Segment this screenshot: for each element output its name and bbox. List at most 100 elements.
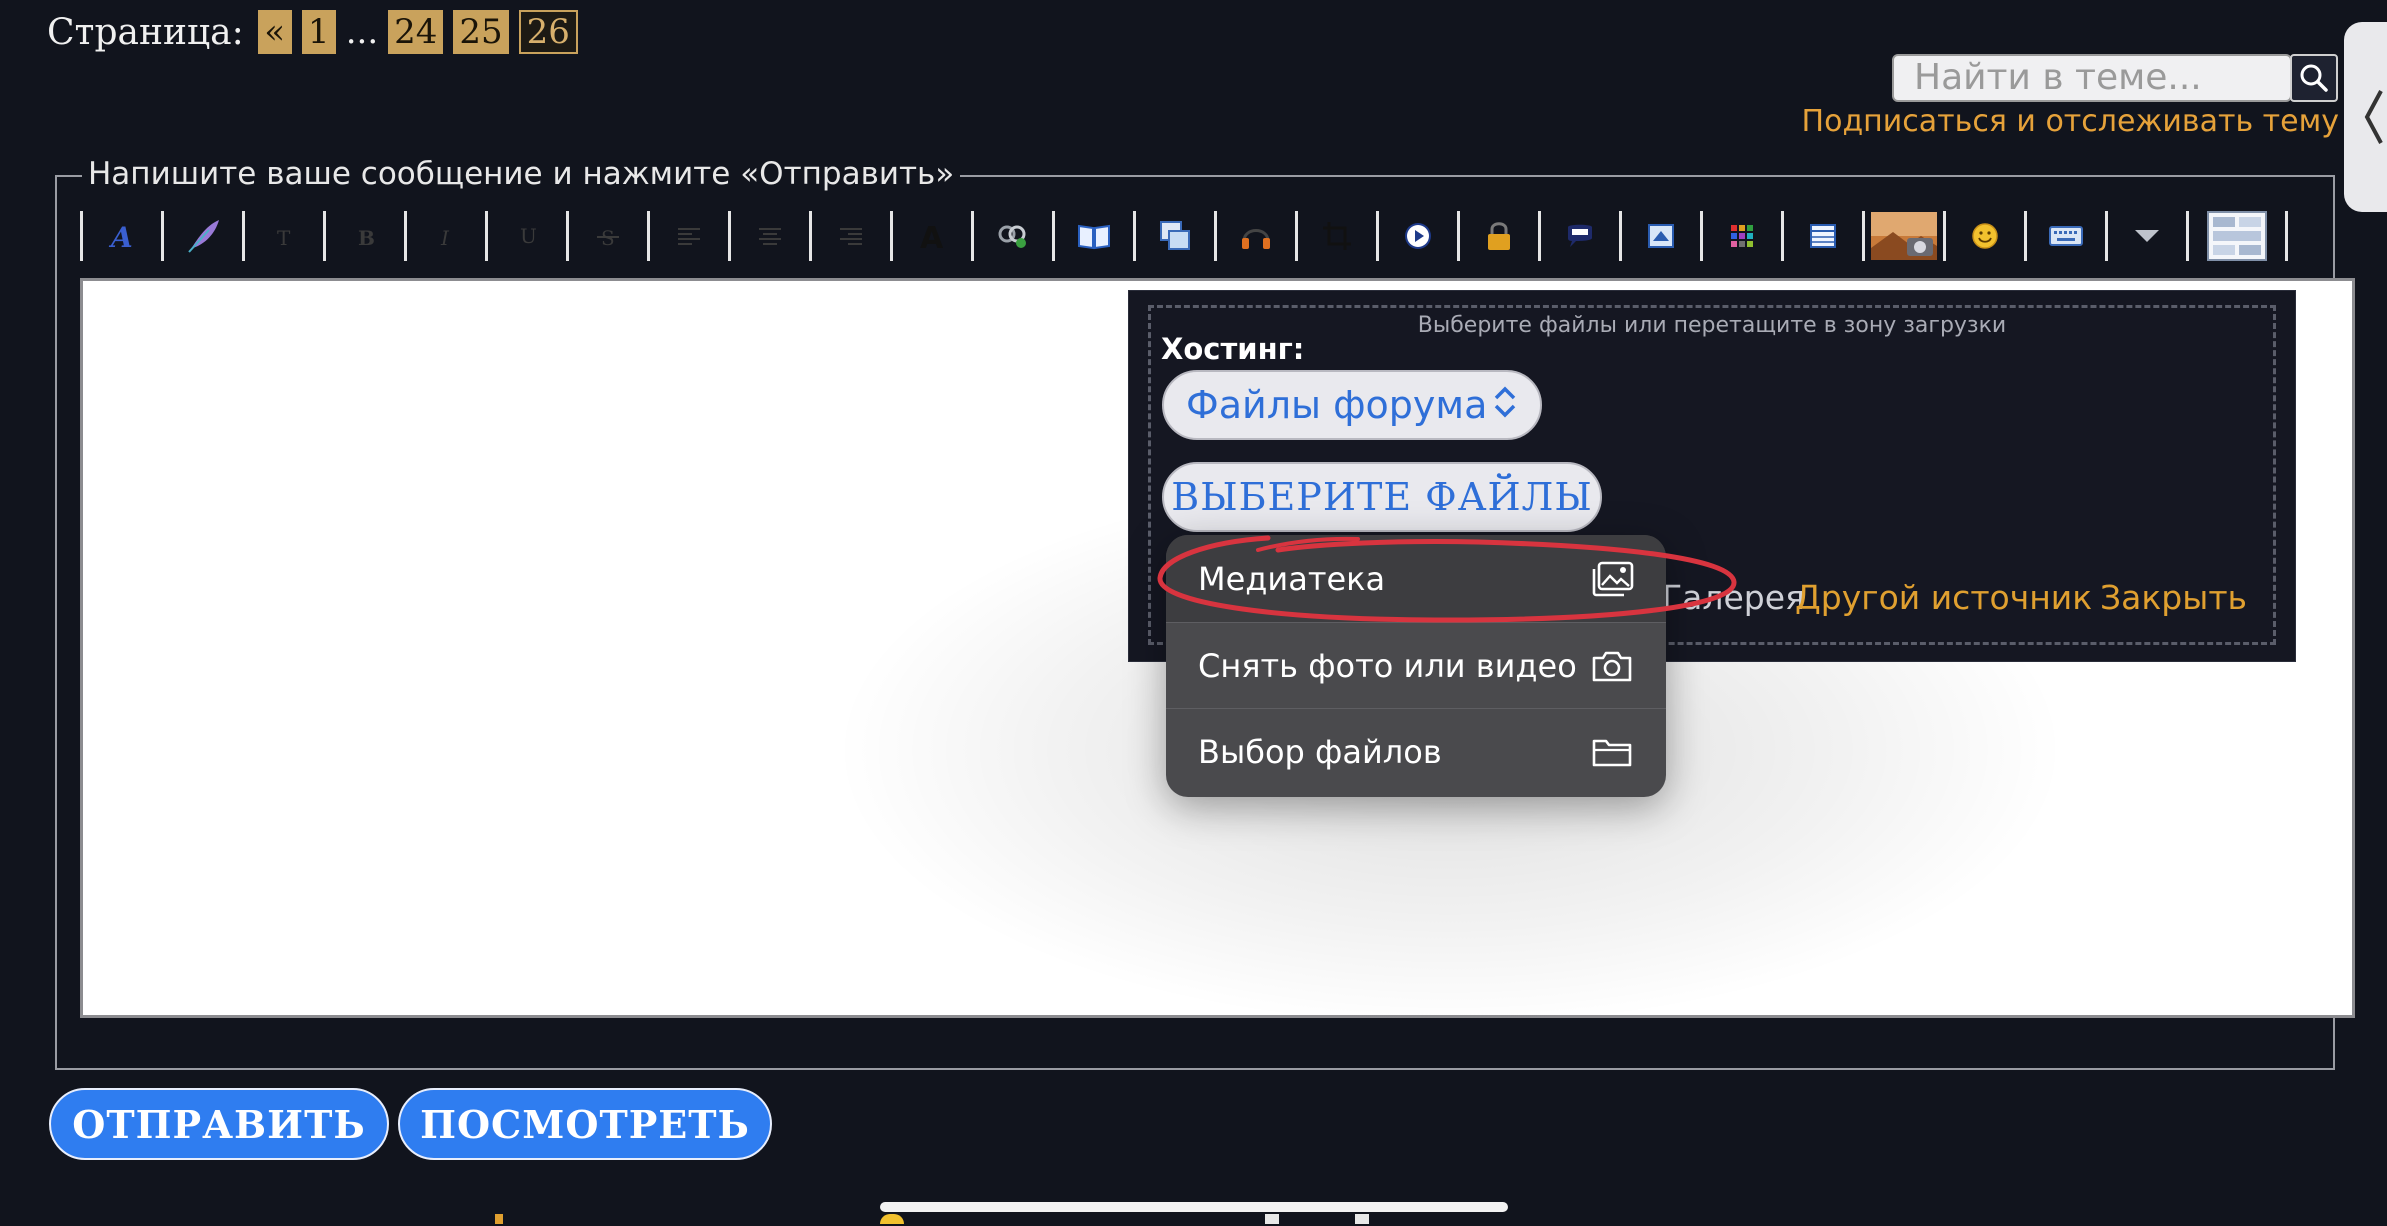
reply-legend: Напишите ваше сообщение и нажмите «Отпра… [82, 156, 961, 192]
video-button[interactable] [1379, 210, 1457, 262]
play-icon [1405, 223, 1431, 249]
menu-item-label: Выбор файлов [1198, 733, 1442, 771]
align-right-button[interactable] [812, 210, 890, 262]
headphones-icon [1242, 229, 1270, 249]
menu-item-choose-files[interactable]: Выбор файлов [1166, 709, 1666, 795]
chevron-left-icon [2364, 90, 2383, 144]
pagination-page-1[interactable]: 1 [301, 10, 336, 54]
link-icon [998, 225, 1026, 248]
cutoff-content-fragment [880, 1214, 904, 1224]
strikethrough-button[interactable]: S [569, 210, 647, 262]
keyboard-icon [2049, 226, 2083, 246]
copy-icon [1160, 221, 1190, 250]
more-dropdown-button[interactable] [2108, 210, 2186, 262]
search-input[interactable]: Найти в теме... [1892, 54, 2292, 102]
quote-button[interactable] [1055, 210, 1133, 262]
svg-text:A: A [920, 221, 944, 253]
close-link[interactable]: Закрыть [2100, 578, 2247, 617]
menu-item-photo-library[interactable]: Медиатека [1166, 535, 1666, 623]
cutoff-content-fragment [1355, 1214, 1369, 1224]
copy-button[interactable] [1136, 210, 1214, 262]
image-edit-button[interactable] [1622, 210, 1700, 262]
table-icon [1810, 224, 1836, 248]
send-button[interactable]: ОТПРАВИТЬ [49, 1088, 389, 1160]
file-picker-menu: Медиатека Снять фото или видео Выбор фай… [1166, 535, 1666, 797]
cutoff-content-fragment [495, 1214, 503, 1224]
table-button[interactable] [1784, 210, 1862, 262]
cutoff-content-fragment [1265, 1214, 1279, 1224]
hosting-select[interactable]: Файлы форума [1162, 370, 1542, 440]
text-size-icon: T [277, 226, 291, 250]
search-icon [2300, 64, 2328, 92]
svg-text:U: U [520, 224, 537, 248]
svg-text:T: T [277, 226, 291, 250]
pagination: Страница: « 1 ... 24 25 26 [47, 8, 578, 56]
other-source-link[interactable]: Другой источник [1795, 578, 2092, 617]
side-panel-tab[interactable] [2344, 22, 2387, 212]
font-color-button[interactable]: A [893, 210, 971, 262]
select-chevron-icon [1492, 384, 1518, 426]
hide-button[interactable] [1460, 210, 1538, 262]
svg-text:B: B [358, 226, 375, 250]
photo-camera-icon [1871, 212, 1937, 260]
pagination-ellipsis: ... [345, 12, 379, 52]
pagination-page-25[interactable]: 25 [453, 10, 509, 54]
book-icon [1078, 224, 1110, 250]
spoiler-button[interactable] [1541, 210, 1619, 262]
photo-library-icon [1590, 561, 1634, 597]
feather-button[interactable] [164, 210, 242, 262]
align-left-button[interactable] [650, 210, 728, 262]
menu-item-label: Медиатека [1198, 559, 1386, 598]
gallery-link[interactable]: Галерея [1662, 578, 1805, 617]
smiley-icon [1972, 223, 1998, 249]
dropzone-hint: Выберите файлы или перетащите в зону заг… [1417, 313, 2007, 338]
align-center-button[interactable] [731, 210, 809, 262]
choose-files-button[interactable]: ВЫБЕРИТЕ ФАЙЛЫ [1162, 462, 1602, 532]
feather-icon [188, 220, 219, 253]
color-grid-icon [1731, 225, 1753, 247]
crop-icon [1323, 222, 1351, 250]
italic-icon: I [440, 226, 450, 250]
svg-text:I: I [440, 226, 450, 250]
image-edit-icon [1648, 224, 1674, 248]
text-size-button[interactable]: T [245, 210, 323, 262]
color-grid-button[interactable] [1703, 210, 1781, 262]
align-right-icon [840, 228, 862, 245]
font-style-button[interactable]: A [83, 210, 161, 262]
link-button[interactable] [974, 210, 1052, 262]
search-button[interactable] [2290, 54, 2338, 102]
hosting-select-value: Файлы форума [1186, 383, 1488, 427]
photo-button[interactable] [1865, 210, 1943, 262]
layout-button[interactable] [2189, 210, 2285, 262]
toolbar-separator [2285, 211, 2288, 261]
underline-button[interactable]: U [488, 210, 566, 262]
keyboard-button[interactable] [2027, 210, 2105, 262]
italic-button[interactable]: I [407, 210, 485, 262]
align-center-icon [759, 228, 781, 245]
underline-icon: U [520, 224, 537, 248]
strikethrough-icon: S [597, 226, 619, 250]
preview-button[interactable]: ПОСМОТРЕТЬ [398, 1088, 772, 1160]
speech-bubble-icon [1568, 224, 1592, 247]
home-indicator [880, 1202, 1508, 1212]
editor-toolbar: A T B I U S [80, 208, 2320, 264]
pagination-prev[interactable]: « [257, 10, 292, 54]
pagination-page-24[interactable]: 24 [388, 10, 444, 54]
font-style-icon: A [108, 221, 133, 253]
menu-item-take-photo[interactable]: Снять фото или видео [1166, 623, 1666, 709]
hosting-label: Хостинг: [1161, 332, 1305, 366]
crop-button[interactable] [1298, 210, 1376, 262]
bold-icon: B [358, 226, 375, 250]
svg-text:A: A [108, 221, 133, 253]
folder-icon [1590, 736, 1634, 768]
audio-button[interactable] [1217, 210, 1295, 262]
lock-icon [1488, 222, 1510, 250]
layout-icon [2207, 211, 2267, 261]
pagination-page-current: 26 [518, 10, 578, 54]
smiley-button[interactable] [1946, 210, 2024, 262]
bold-button[interactable]: B [326, 210, 404, 262]
subscribe-link[interactable]: Подписаться и отслеживать тему [1802, 104, 2339, 139]
menu-item-label: Снять фото или видео [1198, 646, 1577, 685]
camera-icon [1590, 649, 1634, 683]
align-left-icon [678, 228, 700, 245]
